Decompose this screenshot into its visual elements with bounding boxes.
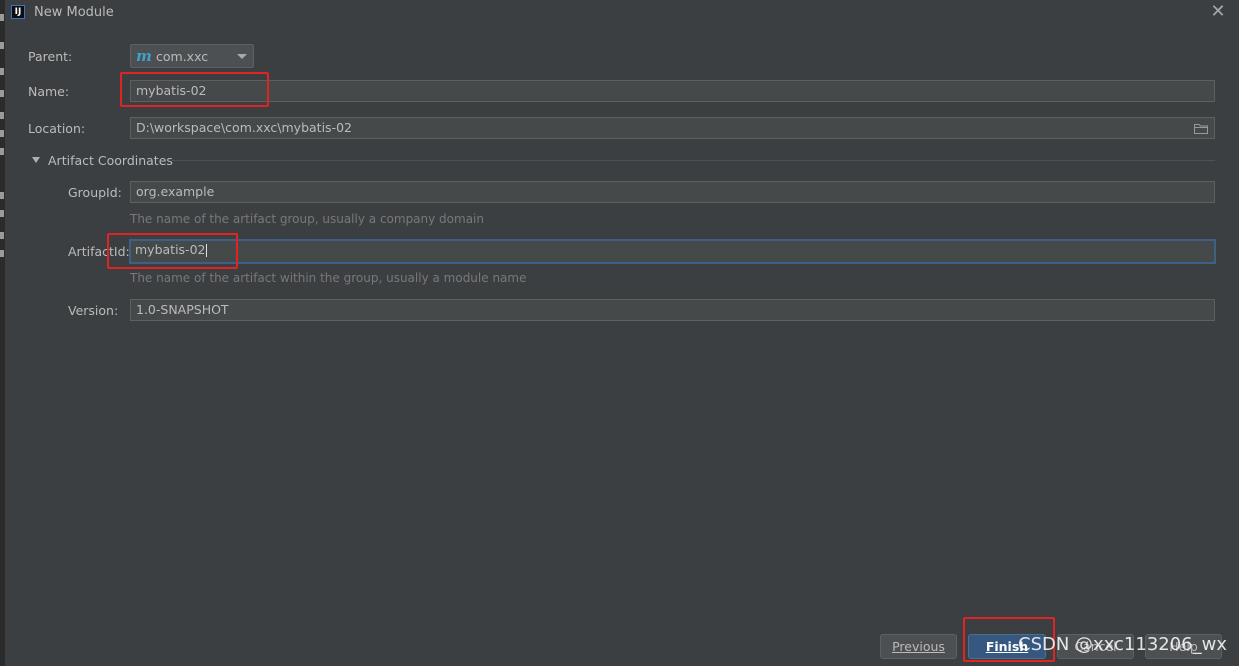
dialog-title: New Module: [34, 5, 114, 20]
version-field[interactable]: 1.0-SNAPSHOT: [130, 299, 1215, 321]
version-label: Version:: [68, 303, 119, 318]
csdn-watermark: CSDN @xxc113206_wx: [1018, 634, 1228, 655]
section-collapse-icon[interactable]: [32, 157, 40, 163]
section-divider: [172, 160, 1215, 161]
dialog-title-bar: IJ New Module ✕: [5, 0, 1239, 26]
annotation-box-name: [120, 72, 269, 107]
groupid-hint: The name of the artifact group, usually …: [130, 212, 484, 226]
folder-browse-icon[interactable]: [1194, 123, 1208, 134]
name-label: Name:: [28, 84, 70, 99]
location-value: D:\workspace\com.xxc\mybatis-02: [136, 120, 352, 135]
parent-combobox[interactable]: m com.xxc: [130, 44, 254, 68]
parent-value: com.xxc: [156, 49, 209, 64]
version-value: 1.0-SNAPSHOT: [136, 302, 229, 317]
parent-label: Parent:: [28, 49, 73, 64]
location-label: Location:: [28, 121, 86, 136]
left-edge-strip: [0, 0, 5, 666]
annotation-box-artifactid: [107, 233, 238, 269]
previous-button[interactable]: Previous: [880, 634, 957, 659]
chevron-down-icon: [237, 54, 247, 59]
artifactid-field[interactable]: mybatis-02: [129, 239, 1216, 264]
close-icon[interactable]: ✕: [1209, 3, 1227, 21]
name-field[interactable]: mybatis-02: [130, 80, 1215, 102]
artifactid-hint: The name of the artifact within the grou…: [130, 271, 527, 285]
artifact-coordinates-title[interactable]: Artifact Coordinates: [48, 153, 173, 168]
intellij-app-icon: IJ: [11, 5, 25, 19]
groupid-value: org.example: [136, 184, 215, 199]
groupid-label: GroupId:: [68, 185, 122, 200]
location-field[interactable]: D:\workspace\com.xxc\mybatis-02: [130, 117, 1215, 139]
groupid-field[interactable]: org.example: [130, 181, 1215, 203]
maven-m-icon: m: [136, 47, 152, 65]
